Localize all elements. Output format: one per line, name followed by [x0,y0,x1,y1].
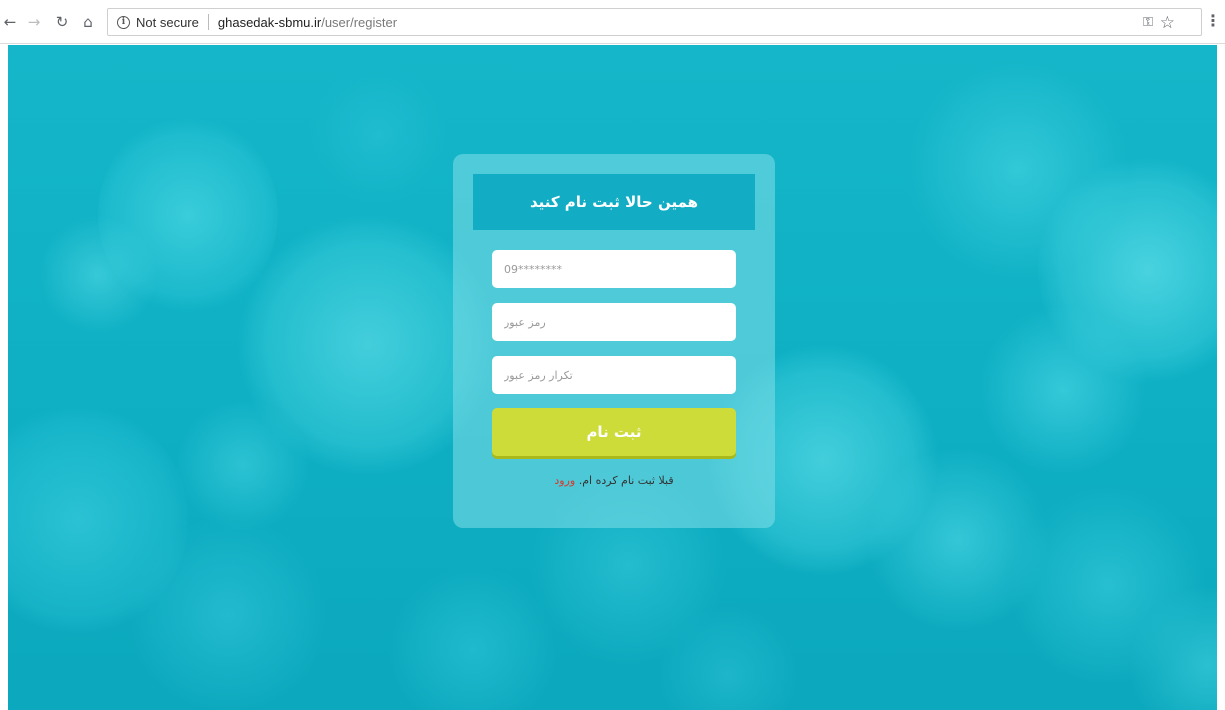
form-title: همین حالا ثبت نام کنید [529,193,699,211]
login-prompt: قبلا ثبت نام کرده ام. ورود [453,474,775,487]
key-icon[interactable]: ⚿ [1143,15,1153,30]
security-label[interactable]: Not secure [136,15,199,30]
phone-input[interactable] [492,250,736,288]
url-host[interactable]: ghasedak-sbmu.ir [218,15,321,30]
register-card: همین حالا ثبت نام کنید ثبت نام قبلا ثبت … [453,154,775,528]
url-path[interactable]: /user/register [321,15,397,30]
menu-icon[interactable]: ⋮ [1205,11,1221,30]
reload-icon[interactable]: ↻ [52,12,72,32]
back-icon[interactable]: ← [0,12,20,32]
star-icon[interactable]: ☆ [1160,13,1175,33]
divider [207,14,209,30]
card-header: همین حالا ثبت نام کنید [473,174,755,230]
already-registered-text: قبلا ثبت نام کرده ام. [578,474,674,487]
browser-toolbar: ← → ↻ ⌂ i Not secure ghasedak-sbmu.ir/us… [0,0,1225,44]
register-button[interactable]: ثبت نام [492,408,736,456]
bokeh-circle [178,395,308,535]
bokeh-circle [38,215,158,335]
bokeh-circle [128,515,328,710]
confirm-password-input[interactable] [492,356,736,394]
password-input[interactable] [492,303,736,341]
page-background: همین حالا ثبت نام کنید ثبت نام قبلا ثبت … [8,45,1217,710]
address-bar[interactable]: i Not secure ghasedak-sbmu.ir/user/regis… [107,8,1202,36]
home-icon[interactable]: ⌂ [78,12,98,32]
info-icon[interactable]: i [117,15,130,29]
bokeh-circle [308,65,448,205]
login-link[interactable]: ورود [554,474,575,487]
forward-icon[interactable]: → [24,12,44,32]
bokeh-circle [978,305,1148,475]
